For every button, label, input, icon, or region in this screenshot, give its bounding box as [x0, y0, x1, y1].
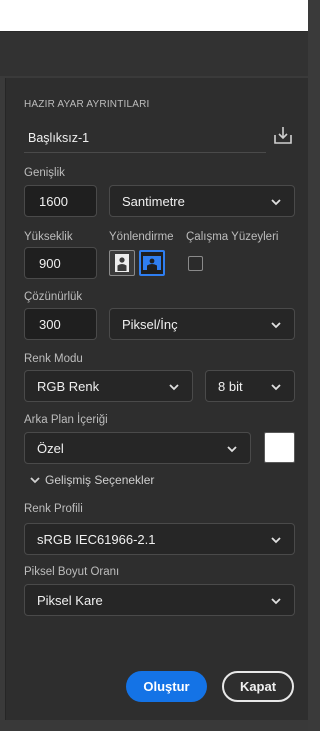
- background-color-swatch[interactable]: [264, 432, 295, 463]
- portrait-orientation-button[interactable]: [109, 250, 135, 276]
- landscape-icon: [143, 256, 161, 270]
- document-name-value: Başlıksız-1: [28, 130, 90, 145]
- landscape-orientation-button[interactable]: [139, 250, 165, 276]
- pixel-aspect-label: Piksel Boyut Oranı: [24, 566, 120, 578]
- bit-depth-value: 8 bit: [218, 378, 243, 394]
- chevron-down-icon: [227, 446, 237, 453]
- advanced-options-label: Gelişmiş Seçenekler: [45, 473, 155, 487]
- chevron-down-icon: [30, 477, 40, 484]
- width-value: 1600: [39, 193, 68, 209]
- resolution-unit-value: Piksel/İnç: [122, 316, 178, 332]
- color-mode-value: RGB Renk: [37, 378, 100, 394]
- color-mode-select[interactable]: RGB Renk: [24, 370, 193, 402]
- background-value: Özel: [37, 440, 64, 456]
- pixel-aspect-value: Piksel Kare: [37, 592, 103, 608]
- width-unit-value: Santimetre: [122, 193, 185, 209]
- save-preset-icon[interactable]: [272, 124, 294, 146]
- width-unit-select[interactable]: Santimetre: [109, 185, 295, 217]
- advanced-options-toggle[interactable]: Gelişmiş Seçenekler: [29, 473, 154, 487]
- width-label: Genişlik: [24, 167, 65, 179]
- chevron-down-icon: [271, 199, 281, 206]
- artboards-checkbox[interactable]: [188, 256, 203, 271]
- section-title: HAZIR AYAR AYRINTILARI: [24, 99, 150, 110]
- color-profile-value: sRGB IEC61966-2.1: [37, 531, 156, 547]
- resolution-unit-select[interactable]: Piksel/İnç: [109, 308, 295, 340]
- width-input[interactable]: 1600: [24, 185, 97, 217]
- top-bar: [0, 0, 308, 32]
- chevron-down-icon: [271, 384, 281, 391]
- create-button[interactable]: Oluştur: [126, 671, 207, 702]
- height-value: 900: [39, 255, 61, 271]
- resolution-label: Çözünürlük: [24, 291, 83, 303]
- chevron-down-icon: [271, 322, 281, 329]
- color-profile-label: Renk Profili: [24, 503, 83, 515]
- bottom-strip: [0, 720, 308, 731]
- header-area: [0, 32, 308, 76]
- orientation-label: Yönlendirme: [109, 231, 174, 243]
- chevron-down-icon: [169, 384, 179, 391]
- resolution-input[interactable]: 300: [24, 308, 97, 340]
- close-button[interactable]: Kapat: [222, 671, 294, 702]
- color-mode-label: Renk Modu: [24, 353, 83, 365]
- height-label: Yükseklik: [24, 231, 73, 243]
- height-input[interactable]: 900: [24, 247, 97, 279]
- background-select[interactable]: Özel: [24, 432, 251, 464]
- color-profile-select[interactable]: sRGB IEC61966-2.1: [24, 523, 295, 555]
- pixel-aspect-select[interactable]: Piksel Kare: [24, 584, 295, 616]
- background-label: Arka Plan İçeriği: [24, 414, 108, 426]
- portrait-icon: [115, 254, 129, 272]
- artboards-label: Çalışma Yüzeyleri: [186, 231, 279, 243]
- bit-depth-select[interactable]: 8 bit: [205, 370, 295, 402]
- document-name-input[interactable]: Başlıksız-1: [24, 123, 266, 153]
- chevron-down-icon: [271, 537, 281, 544]
- chevron-down-icon: [271, 598, 281, 605]
- resolution-value: 300: [39, 316, 61, 332]
